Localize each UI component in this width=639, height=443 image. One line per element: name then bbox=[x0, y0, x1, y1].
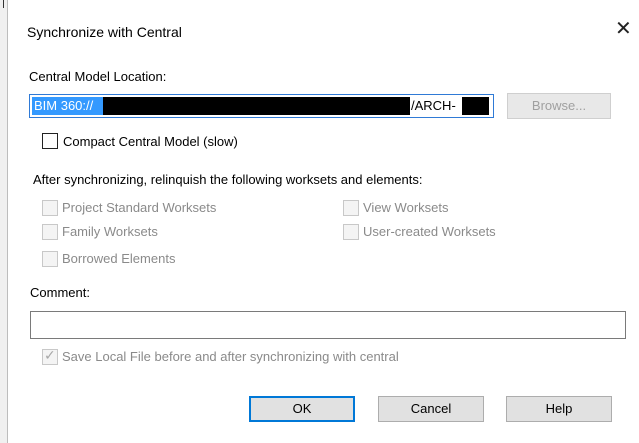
view-worksets-checkbox[interactable] bbox=[343, 200, 359, 216]
save-local-file-label: Save Local File before and after synchro… bbox=[62, 349, 399, 364]
save-local-file-checkbox[interactable]: ✓ bbox=[42, 347, 58, 365]
synchronize-dialog: Synchronize with Central ✕ Central Model… bbox=[7, 0, 639, 443]
view-worksets-label: View Worksets bbox=[363, 200, 449, 215]
project-standard-worksets-label: Project Standard Worksets bbox=[62, 200, 217, 215]
redaction-bar bbox=[103, 97, 329, 115]
borrowed-elements-label: Borrowed Elements bbox=[62, 251, 176, 266]
location-prefix-text: BIM 360:// bbox=[34, 98, 94, 113]
location-suffix-text: /ARCH- bbox=[411, 98, 456, 113]
user-created-worksets-label: User-created Worksets bbox=[363, 224, 496, 239]
help-button[interactable]: Help bbox=[506, 396, 612, 422]
dialog-title: Synchronize with Central bbox=[27, 24, 182, 40]
project-standard-worksets-checkbox[interactable] bbox=[42, 200, 58, 216]
ok-button[interactable]: OK bbox=[249, 396, 355, 422]
compact-central-model-checkbox[interactable] bbox=[42, 133, 58, 149]
redaction-bar bbox=[329, 97, 410, 115]
central-model-location-label: Central Model Location: bbox=[29, 69, 167, 84]
browse-button[interactable]: Browse... bbox=[507, 93, 611, 119]
comment-label: Comment: bbox=[30, 285, 90, 300]
user-created-worksets-checkbox[interactable] bbox=[343, 224, 359, 240]
checkmark-icon: ✓ bbox=[44, 347, 56, 363]
borrowed-elements-checkbox[interactable] bbox=[42, 251, 58, 267]
close-icon[interactable]: ✕ bbox=[615, 19, 632, 39]
background-window-edge bbox=[0, 0, 7, 443]
cancel-button[interactable]: Cancel bbox=[378, 396, 484, 422]
family-worksets-checkbox[interactable] bbox=[42, 224, 58, 240]
compact-central-model-label: Compact Central Model (slow) bbox=[63, 134, 238, 149]
family-worksets-label: Family Worksets bbox=[62, 224, 158, 239]
relinquish-heading: After synchronizing, relinquish the foll… bbox=[33, 172, 423, 187]
central-model-location-field[interactable]: BIM 360:// /ARCH- bbox=[29, 94, 494, 118]
background-window-tick bbox=[3, 0, 4, 8]
comment-input[interactable] bbox=[30, 311, 626, 339]
redaction-bar bbox=[462, 97, 489, 115]
